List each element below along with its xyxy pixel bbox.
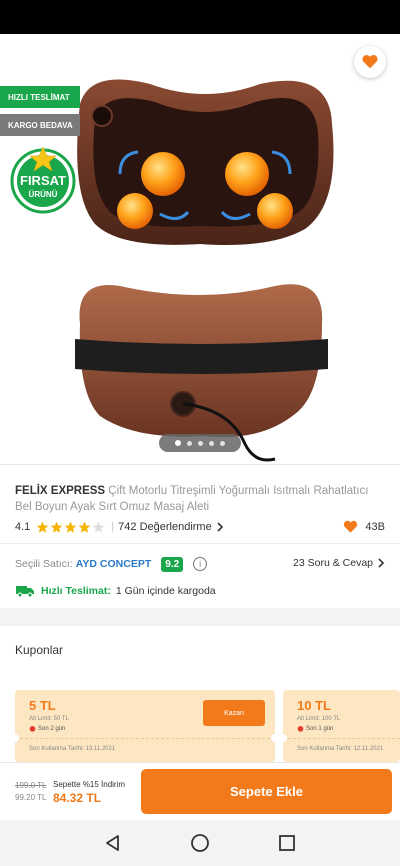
nav-home-icon: [191, 834, 209, 852]
divider: [0, 543, 400, 544]
product-info: FELİX EXPRESS Çift Motorlu Titreşimli Yo…: [0, 464, 400, 608]
cart-bar: 199.0 TL 99.20 TL Sepette %15 İndirim 84…: [0, 762, 400, 820]
coupon-days: Son 1 gün: [297, 725, 333, 732]
product-title: FELİX EXPRESS Çift Motorlu Titreşimli Yo…: [15, 483, 385, 515]
coupon-expiry: Son Kullanma Tarihi: 12.11.2021: [297, 746, 384, 752]
nav-recents-icon: [278, 835, 295, 851]
delivery-label: Hızlı Teslimat:: [41, 585, 111, 597]
info-icon[interactable]: i: [193, 557, 208, 571]
carousel-dot[interactable]: [198, 440, 203, 446]
separator: |: [111, 521, 115, 533]
seller-row: Seçili Satıcı: AYD CONCEPT 9.2 i 23 Soru…: [15, 555, 385, 573]
coupon-divider: [283, 738, 400, 739]
firsat-text-1: FIRSAT: [20, 173, 66, 188]
likes[interactable]: 43B: [342, 519, 385, 535]
current-price: 99.20 TL: [15, 793, 47, 802]
brand-name[interactable]: FELİX EXPRESS: [15, 485, 105, 497]
nav-back-button[interactable]: [100, 830, 126, 856]
qa-label: 23 Soru & Cevap: [293, 557, 373, 569]
coupon-days: Son 2 gün: [29, 725, 65, 732]
delivery-row: Hızlı Teslimat: 1 Gün içinde kargoda: [15, 583, 385, 599]
seller-name[interactable]: AYD CONCEPT: [76, 558, 151, 570]
back-arrow-icon: [21, 56, 37, 70]
add-to-cart-button[interactable]: Sepete Ekle: [141, 769, 392, 814]
likes-count: 43B: [365, 521, 385, 533]
carousel-indicator[interactable]: [159, 434, 241, 452]
star-icon: [50, 521, 63, 533]
carousel-dot[interactable]: [175, 440, 181, 446]
coupon-card[interactable]: 5 TL Alt Limit: 50 TL Son 2 gün Kazan So…: [11, 690, 279, 762]
old-price: 199.0 TL: [15, 781, 47, 790]
coupon-limit: Alt Limit: 50 TL: [29, 716, 69, 722]
heart-icon: [362, 55, 378, 69]
truck-icon: [16, 586, 34, 598]
coupon-notch: [11, 734, 19, 742]
reviews-count: 742 Değerlendirme: [118, 521, 212, 533]
carousel-dot[interactable]: [187, 440, 192, 446]
reviews-link[interactable]: 742 Değerlendirme: [118, 521, 224, 533]
carousel-dot[interactable]: [220, 440, 225, 446]
coupon-amount: 10 TL: [297, 698, 331, 713]
nav-back-icon: [106, 835, 120, 851]
free-cargo-badge: KARGO BEDAVA: [0, 114, 80, 136]
coupon-divider: [15, 738, 275, 739]
fast-delivery-badge: HIZLI TESLİMAT: [0, 86, 80, 108]
share-button[interactable]: [304, 48, 334, 78]
status-bar: [0, 0, 400, 34]
firsat-text-2: ÜRÜNÜ: [29, 190, 58, 199]
rating-row: 4.1 | 742 Değerlendirme 43B: [15, 519, 385, 535]
carousel-dot[interactable]: [209, 440, 214, 446]
firsat-urunu-badge: FIRSAT ÜRÜNÜ: [10, 146, 76, 214]
favorite-button[interactable]: [354, 46, 386, 78]
chevron-right-icon: [217, 522, 223, 532]
star-empty-icon: [92, 521, 105, 533]
kazan-button[interactable]: Kazan: [203, 700, 265, 726]
heart-icon: [344, 520, 358, 533]
coupons-title: Kuponlar: [15, 643, 64, 657]
chevron-right-icon: [378, 558, 385, 568]
qa-link[interactable]: 23 Soru & Cevap: [293, 557, 385, 569]
share-icon: [311, 54, 327, 72]
delivery-text: 1 Gün içinde kargoda: [115, 585, 216, 597]
star-icon: [36, 521, 49, 533]
alarm-icon: [297, 726, 304, 732]
coupons-section: Kuponlar 5 TL Alt Limit: 50 TL Son 2 gün…: [0, 626, 400, 762]
coupon-days-text: Son 1 gün: [306, 725, 334, 732]
coupon-expiry: Son Kullanma Tarihi: 13.11.2021: [29, 746, 116, 752]
rating-stars: [36, 521, 105, 534]
back-button[interactable]: [14, 48, 44, 78]
rating-value: 4.1: [15, 521, 31, 533]
cart-price: 84.32 TL: [53, 791, 102, 805]
alarm-icon: [29, 726, 36, 732]
coupon-notch: [279, 734, 287, 742]
system-nav-bar: [0, 820, 400, 866]
seller-label: Seçili Satıcı:: [15, 558, 73, 570]
seller-score-badge: 9.2: [161, 556, 184, 572]
nav-home-button[interactable]: [187, 830, 213, 856]
coupon-days-text: Son 2 gün: [38, 725, 66, 732]
coupon-card[interactable]: 10 TL Alt Limit: 100 TL Son 1 gün Son Ku…: [279, 690, 400, 762]
product-image: [75, 79, 334, 462]
star-icon: [78, 521, 91, 533]
coupon-amount: 5 TL: [29, 698, 56, 713]
product-gallery[interactable]: HIZLI TESLİMAT KARGO BEDAVA FIRSAT ÜRÜNÜ: [0, 34, 400, 464]
star-icon: [64, 521, 77, 533]
coupon-notch: [271, 734, 279, 742]
coupon-limit: Alt Limit: 100 TL: [297, 716, 341, 722]
nav-recents-button[interactable]: [274, 830, 300, 856]
cart-discount-label: Sepette %15 İndirim: [53, 780, 126, 789]
